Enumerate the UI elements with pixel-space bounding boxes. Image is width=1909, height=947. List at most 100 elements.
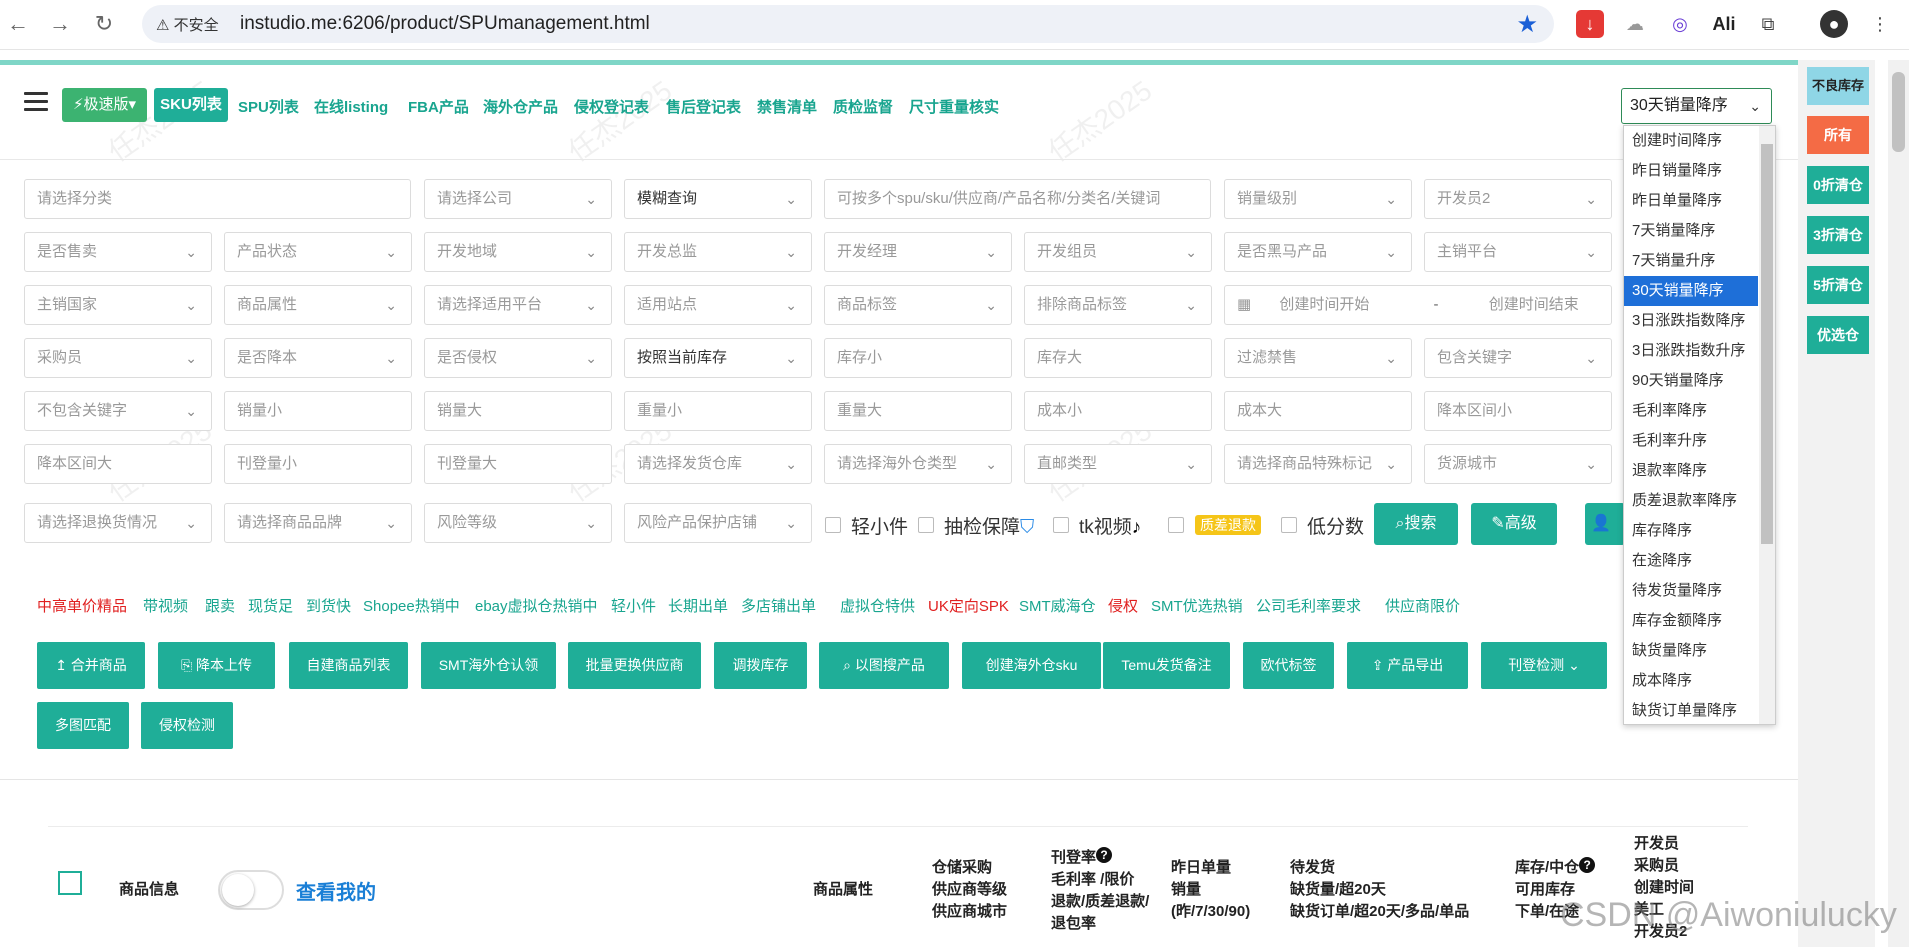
quick-tag[interactable]: SMT优选热销 — [1151, 595, 1243, 616]
quick-tag[interactable]: 侵权 — [1108, 595, 1138, 616]
download-ext-icon[interactable]: ↓ — [1576, 10, 1604, 38]
quick-tag[interactable]: 供应商限价 — [1385, 595, 1460, 616]
cost-upload-button[interactable]: ⎘ 降本上传 — [158, 642, 275, 689]
select-all-checkbox[interactable] — [58, 871, 82, 895]
leaf-ext-icon[interactable]: ☁ — [1621, 10, 1649, 38]
ship-warehouse-select[interactable]: 请选择发货仓库 ⌄ — [624, 444, 812, 484]
special-mark-select[interactable]: 请选择商品特殊标记 ⌄ — [1224, 444, 1412, 484]
transfer-stock-button[interactable]: 调拨库存 — [714, 642, 807, 689]
quick-tag[interactable]: 跟卖 — [205, 595, 235, 616]
export-button[interactable]: ⇪ 产品导出 — [1347, 642, 1468, 689]
dropdown-scrollbar-thumb[interactable] — [1761, 144, 1773, 544]
include-keyword-select[interactable]: 包含关键字 ⌄ — [1424, 338, 1612, 378]
stock-max-input[interactable]: 库存大 — [1024, 338, 1212, 378]
multi-image-match-button[interactable]: 多图匹配 — [37, 702, 129, 749]
weight-min-input[interactable]: 重量小 — [624, 391, 812, 431]
buyer-select[interactable]: 采购员 ⌄ — [24, 338, 212, 378]
all-button[interactable]: 所有 — [1807, 116, 1869, 154]
target-ext-icon[interactable]: ◎ — [1666, 10, 1694, 38]
exclude-keyword-select[interactable]: 不包含关键字 ⌄ — [24, 391, 212, 431]
cost-max-input[interactable]: 成本大 — [1224, 391, 1412, 431]
sort-option[interactable]: 待发货量降序 — [1624, 576, 1758, 606]
sort-option[interactable]: 缺货量降序 — [1624, 636, 1758, 666]
cost-min-input[interactable]: 成本小 — [1024, 391, 1212, 431]
page-scrollbar-thumb[interactable] — [1892, 72, 1905, 152]
quick-tag[interactable]: 带视频 — [143, 595, 188, 616]
dark-horse-select[interactable]: 是否黑马产品 ⌄ — [1224, 232, 1412, 272]
forward-icon[interactable]: → — [46, 10, 74, 38]
back-icon[interactable]: ← — [4, 10, 32, 38]
reduce-range-max-input[interactable]: 降本区间大 — [24, 444, 212, 484]
sort-option[interactable]: 毛利率降序 — [1624, 396, 1758, 426]
mine-button[interactable]: 👤我 — [1585, 503, 1625, 574]
quick-tag[interactable]: 到货快 — [306, 595, 351, 616]
developer2-select[interactable]: 开发员2 ⌄ — [1424, 179, 1612, 219]
dev-director-select[interactable]: 开发总监 ⌄ — [624, 232, 812, 272]
sort-option[interactable]: 昨日单量降序 — [1624, 186, 1758, 216]
sort-option[interactable]: 3日涨跌指数升序 — [1624, 336, 1758, 366]
reload-icon[interactable]: ↻ — [90, 10, 118, 38]
security-indicator[interactable]: ⚠ 不安全 — [156, 14, 219, 35]
reduce-range-min-input[interactable]: 降本区间小 — [1424, 391, 1612, 431]
page-scrollbar[interactable] — [1888, 60, 1909, 947]
create-date-range[interactable]: ▦ 创建时间开始 - 创建时间结束 — [1224, 285, 1612, 325]
quick-tag[interactable]: 长期出单 — [668, 595, 728, 616]
ali-ext-icon[interactable]: Ali — [1710, 10, 1738, 38]
self-built-list-button[interactable]: 自建商品列表 — [289, 642, 408, 689]
nav-link-spu[interactable]: SPU列表 — [238, 96, 299, 117]
sort-option[interactable]: 90天销量降序 — [1624, 366, 1758, 396]
source-city-select[interactable]: 货源城市 ⌄ — [1424, 444, 1612, 484]
quick-tag[interactable]: 虚拟仓特供 — [840, 595, 915, 616]
extensions-puzzle-icon[interactable]: ⧉ — [1754, 10, 1782, 38]
fuzzy-query-select[interactable]: 模糊查询 ⌄ — [624, 179, 812, 219]
nav-link-aftersale[interactable]: 售后登记表 — [666, 96, 741, 117]
sort-option[interactable]: 库存降序 — [1624, 516, 1758, 546]
sort-option[interactable]: 7天销量升序 — [1624, 246, 1758, 276]
sales-max-input[interactable]: 销量大 — [424, 391, 612, 431]
main-platform-select[interactable]: 主销平台 ⌄ — [1424, 232, 1612, 272]
dev-member-select[interactable]: 开发组员 ⌄ — [1024, 232, 1212, 272]
speed-mode-button[interactable]: ⚡极速版▾ — [62, 88, 147, 122]
date-end[interactable]: 创建时间结束 — [1489, 296, 1579, 313]
nav-link-fba[interactable]: FBA产品 — [408, 96, 469, 117]
platform-select[interactable]: 请选择适用平台 ⌄ — [424, 285, 612, 325]
dev-manager-select[interactable]: 开发经理 ⌄ — [824, 232, 1012, 272]
create-overseas-sku-button[interactable]: 创建海外仓sku — [962, 642, 1101, 689]
brand-select[interactable]: 请选择商品品牌 ⌄ — [224, 503, 412, 543]
merge-products-button[interactable]: ↥ 合并商品 — [37, 642, 145, 689]
listing-check-button[interactable]: 刊登检测 ⌄ — [1481, 642, 1607, 689]
date-start[interactable]: 创建时间开始 — [1279, 296, 1369, 313]
quick-tag[interactable]: 多店铺出单 — [741, 595, 816, 616]
stock-min-input[interactable]: 库存小 — [824, 338, 1012, 378]
overseas-type-select[interactable]: 请选择海外仓类型 ⌄ — [824, 444, 1012, 484]
sort-option[interactable]: 质差退款率降序 — [1624, 486, 1758, 516]
url-text[interactable]: instudio.me:6206/product/SPUmanagement.h… — [240, 13, 650, 35]
advanced-button[interactable]: ✎高级 — [1471, 503, 1557, 545]
tk-video-checkbox[interactable] — [1053, 517, 1069, 533]
sort-option[interactable]: 创建时间降序 — [1624, 126, 1758, 156]
quick-tag[interactable]: 公司毛利率要求 — [1256, 595, 1361, 616]
risk-shop-select[interactable]: 风险产品保护店铺 ⌄ — [624, 503, 812, 543]
menu-dots-icon[interactable]: ⋮ — [1866, 10, 1894, 38]
bookmark-star-icon[interactable]: ★ — [1516, 10, 1538, 39]
return-status-select[interactable]: 请选择退换货情况 ⌄ — [24, 503, 212, 543]
sku-list-tab[interactable]: SKU列表 — [154, 88, 228, 122]
quick-tag[interactable]: Shopee热销中 — [363, 595, 460, 616]
address-bar[interactable]: ⚠ 不安全 instudio.me:6206/product/SPUmanage… — [142, 5, 1554, 43]
bad-stock-button[interactable]: 不良库存 — [1807, 67, 1869, 105]
dev-region-select[interactable]: 开发地域 ⌄ — [424, 232, 612, 272]
batch-supplier-button[interactable]: 批量更换供应商 — [568, 642, 701, 689]
site-select[interactable]: 适用站点 ⌄ — [624, 285, 812, 325]
filter-banned-select[interactable]: 过滤禁售 ⌄ — [1224, 338, 1412, 378]
keyword-search-input[interactable]: 可按多个spu/sku/供应商/产品名称/分类名/关键词 — [824, 179, 1211, 219]
sort-option[interactable]: 缺货订单量降序 — [1624, 696, 1758, 724]
product-attr-select[interactable]: 商品属性 ⌄ — [224, 285, 412, 325]
view-mine-toggle[interactable] — [218, 870, 284, 910]
light-small-checkbox[interactable] — [825, 517, 841, 533]
infringe-check-button[interactable]: 侵权检测 — [141, 702, 233, 749]
nav-link-banned[interactable]: 禁售清单 — [757, 96, 817, 117]
sort-option[interactable]: 库存金额降序 — [1624, 606, 1758, 636]
is-selling-select[interactable]: 是否售卖 ⌄ — [24, 232, 212, 272]
sort-option[interactable]: 30天销量降序 — [1624, 276, 1758, 306]
weight-max-input[interactable]: 重量大 — [824, 391, 1012, 431]
